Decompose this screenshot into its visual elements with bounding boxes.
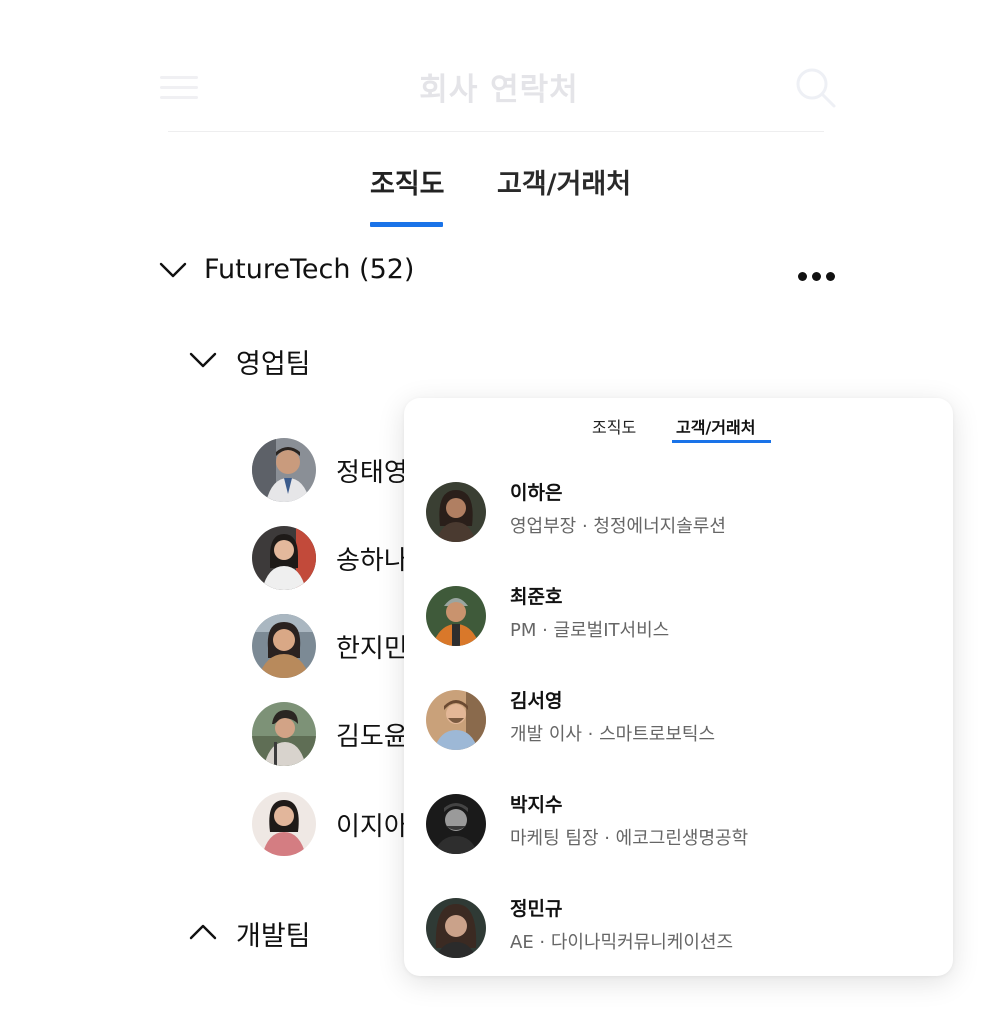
tab-clients[interactable]: 고객/거래처 [497, 162, 631, 201]
team-sales[interactable]: 영업팀 [236, 342, 311, 381]
avatar [252, 526, 316, 590]
page-title: 회사 연락처 [419, 72, 579, 108]
avatar [426, 482, 486, 542]
avatar [252, 438, 316, 502]
avatar [426, 794, 486, 854]
tab-org-chart[interactable]: 조직도 [370, 162, 445, 201]
contact-info: 개발 이사 · 스마트로보틱스 [510, 724, 716, 745]
contact-info: 마케팅 팀장 · 에코그린생명공학 [510, 828, 749, 849]
member-name[interactable]: 정태영 [336, 452, 408, 489]
team-dev[interactable]: 개발팀 [236, 914, 311, 953]
avatar [426, 690, 486, 750]
contact-info: 영업부장 · 청정에너지솔루션 [510, 516, 726, 537]
contact-info: AE · 다이나믹커뮤니케이션즈 [510, 932, 734, 953]
contact-name: 최준호 [510, 586, 563, 608]
popup-tab-clients[interactable]: 고객/거래처 [676, 414, 755, 438]
more-options-icon[interactable] [798, 266, 840, 285]
chevron-up-icon[interactable] [188, 922, 218, 946]
member-name[interactable]: 송하나 [336, 540, 408, 577]
contact-name: 정민규 [510, 898, 563, 920]
contact-name: 이하은 [510, 482, 563, 504]
avatar [426, 586, 486, 646]
member-name[interactable]: 이지아 [336, 806, 408, 843]
tab-active-indicator [370, 222, 443, 227]
avatar [252, 792, 316, 856]
search-icon[interactable] [794, 66, 838, 114]
contact-item[interactable]: 박지수 마케팅 팀장 · 에코그린생명공학 [426, 790, 936, 870]
client-contacts-popup: 조직도 고객/거래처 이하은 영업부장 · 청정에너지솔루션 최준호 PM · [404, 398, 953, 976]
popup-tab-active-indicator [672, 440, 771, 443]
contact-info: PM · 글로벌IT서비스 [510, 620, 670, 641]
avatar [252, 614, 316, 678]
member-name[interactable]: 한지민 [336, 628, 408, 665]
chevron-down-icon[interactable] [188, 350, 218, 374]
contact-item[interactable]: 이하은 영업부장 · 청정에너지솔루션 [426, 478, 936, 558]
contact-item[interactable]: 김서영 개발 이사 · 스마트로보틱스 [426, 686, 936, 766]
avatar [426, 898, 486, 958]
contact-name: 김서영 [510, 690, 563, 712]
org-name[interactable]: FutureTech (52) [204, 254, 414, 285]
chevron-down-icon[interactable] [158, 260, 188, 284]
contact-item[interactable]: 정민규 AE · 다이나믹커뮤니케이션즈 [426, 894, 936, 974]
popup-tab-org-chart[interactable]: 조직도 [592, 414, 636, 438]
contact-name: 박지수 [510, 794, 563, 816]
member-name[interactable]: 김도윤 [336, 716, 408, 753]
header-divider [168, 131, 824, 132]
contact-item[interactable]: 최준호 PM · 글로벌IT서비스 [426, 582, 936, 662]
avatar [252, 702, 316, 766]
